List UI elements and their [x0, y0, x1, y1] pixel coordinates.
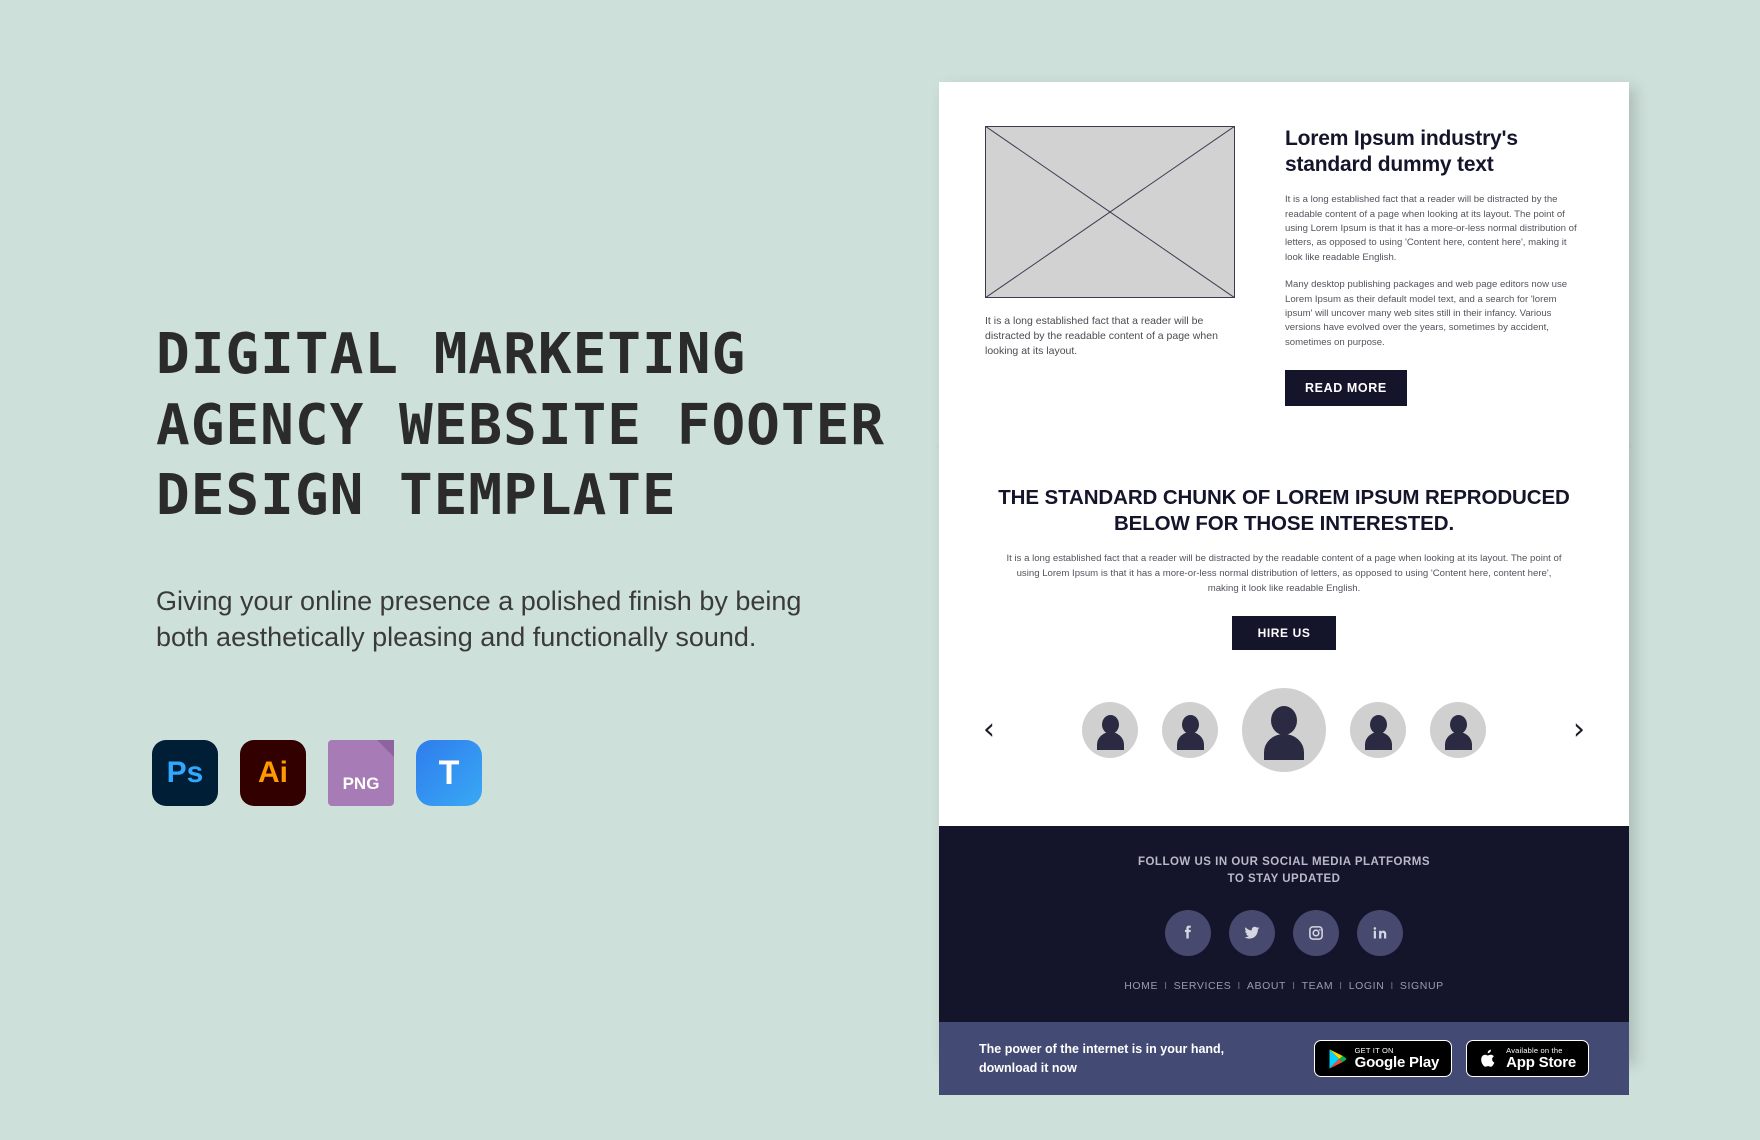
cta-section: THE STANDARD CHUNK OF LOREM IPSUM REPROD… [939, 449, 1629, 651]
twitter-icon[interactable] [1229, 909, 1275, 956]
instagram-icon[interactable] [1293, 909, 1339, 956]
illustrator-format-icon: Ai [240, 740, 306, 806]
social-links [979, 909, 1589, 956]
png-format-icon: PNG [328, 740, 394, 806]
footer-link-about[interactable]: ABOUT [1247, 980, 1286, 992]
photoshop-format-label: Ps [166, 756, 204, 789]
footer-link-separator: I [1292, 979, 1296, 992]
store-badges: GET IT ON Google Play Available on the A… [1313, 1039, 1589, 1078]
website-footer-mockup: It is a long established fact that a rea… [939, 82, 1629, 1096]
hero-heading: Lorem Ipsum industry's standard dummy te… [1285, 127, 1518, 176]
app-download-text: The power of the internet is in your han… [979, 1040, 1224, 1076]
png-fold-corner [377, 740, 394, 757]
app-store-large-label: App Store [1506, 1053, 1576, 1071]
avatar-body [1264, 734, 1304, 761]
follow-line-1: FOLLOW US IN OUR SOCIAL MEDIA PLATFORMS [1137, 856, 1431, 869]
footer-link-login[interactable]: LOGIN [1349, 980, 1385, 992]
footer-link-team[interactable]: TEAM [1302, 980, 1334, 992]
follow-line-2: TO STAY UPDATED [1227, 873, 1341, 886]
site-footer: FOLLOW US IN OUR SOCIAL MEDIA PLATFORMS … [939, 826, 1629, 1022]
footer-link-separator: I [1339, 979, 1343, 992]
page-title: DIGITAL MARKETING AGENCY WEBSITE FOOTER … [156, 322, 886, 529]
file-format-list: Ps Ai PNG T [152, 740, 482, 806]
avatar[interactable] [1430, 702, 1486, 759]
team-carousel: ‹ › [939, 650, 1629, 827]
footer-link-separator: I [1390, 979, 1394, 992]
template-format-label: T [438, 753, 460, 792]
google-play-badge[interactable]: GET IT ON Google Play [1313, 1039, 1453, 1078]
linkedin-icon[interactable] [1357, 909, 1403, 956]
avatar[interactable] [1350, 702, 1406, 759]
footer-link-home[interactable]: HOME [1124, 980, 1158, 992]
avatar-body [1096, 732, 1124, 751]
footer-links: HOME I SERVICES I ABOUT I TEAM I LOGIN I… [979, 980, 1589, 992]
png-format-label: PNG [342, 774, 380, 793]
google-play-icon [1329, 1048, 1346, 1069]
poster-canvas: DIGITAL MARKETING AGENCY WEBSITE FOOTER … [0, 0, 1760, 1140]
apple-icon [1481, 1049, 1495, 1067]
app-download-line-2: download it now [979, 1060, 1077, 1075]
follow-heading: FOLLOW US IN OUR SOCIAL MEDIA PLATFORMS … [979, 854, 1589, 887]
read-more-button[interactable]: READ MORE [1285, 370, 1407, 407]
hero-caption: It is a long established fact that a rea… [985, 315, 1218, 358]
google-play-large-label: Google Play [1354, 1053, 1440, 1071]
illustrator-format-label: Ai [258, 756, 288, 789]
footer-link-separator: I [1237, 979, 1241, 992]
chevron-right-icon[interactable]: › [1559, 715, 1599, 745]
app-store-badge[interactable]: Available on the App Store [1466, 1039, 1589, 1078]
avatar-body [1444, 732, 1472, 751]
app-download-line-1: The power of the internet is in your han… [979, 1042, 1225, 1057]
promo-block: DIGITAL MARKETING AGENCY WEBSITE FOOTER … [156, 320, 896, 655]
footer-link-separator: I [1164, 979, 1168, 992]
avatar[interactable] [1162, 702, 1218, 759]
hero-section: It is a long established fact that a rea… [939, 82, 1629, 447]
hero-paragraph-2: Many desktop publishing packages and web… [1285, 279, 1568, 348]
cta-paragraph: It is a long established fact that a rea… [1006, 552, 1562, 594]
placeholder-cross-icon [985, 126, 1235, 298]
cta-heading: THE STANDARD CHUNK OF LOREM IPSUM REPROD… [998, 486, 1570, 535]
hero-right-column: Lorem Ipsum industry's standard dummy te… [1285, 126, 1583, 407]
promo-subtitle: Giving your online presence a polished f… [156, 585, 802, 652]
avatar-active[interactable] [1242, 688, 1326, 773]
avatar-body [1176, 732, 1204, 751]
hire-us-button[interactable]: HIRE US [1231, 616, 1337, 651]
avatar-row [1009, 688, 1559, 773]
photoshop-format-icon: Ps [152, 740, 218, 806]
image-placeholder [985, 126, 1235, 298]
facebook-icon[interactable] [1165, 909, 1211, 956]
app-download-bar: The power of the internet is in your han… [939, 1021, 1629, 1096]
footer-link-signup[interactable]: SIGNUP [1400, 980, 1444, 992]
hero-left-column: It is a long established fact that a rea… [985, 126, 1235, 406]
hero-paragraph-1: It is a long established fact that a rea… [1285, 194, 1577, 263]
template-format-icon: T [416, 740, 482, 806]
avatar-body [1364, 732, 1392, 751]
avatar-head [1271, 706, 1297, 736]
footer-link-services[interactable]: SERVICES [1174, 980, 1232, 992]
avatar[interactable] [1082, 702, 1138, 759]
chevron-left-icon[interactable]: ‹ [969, 715, 1009, 745]
